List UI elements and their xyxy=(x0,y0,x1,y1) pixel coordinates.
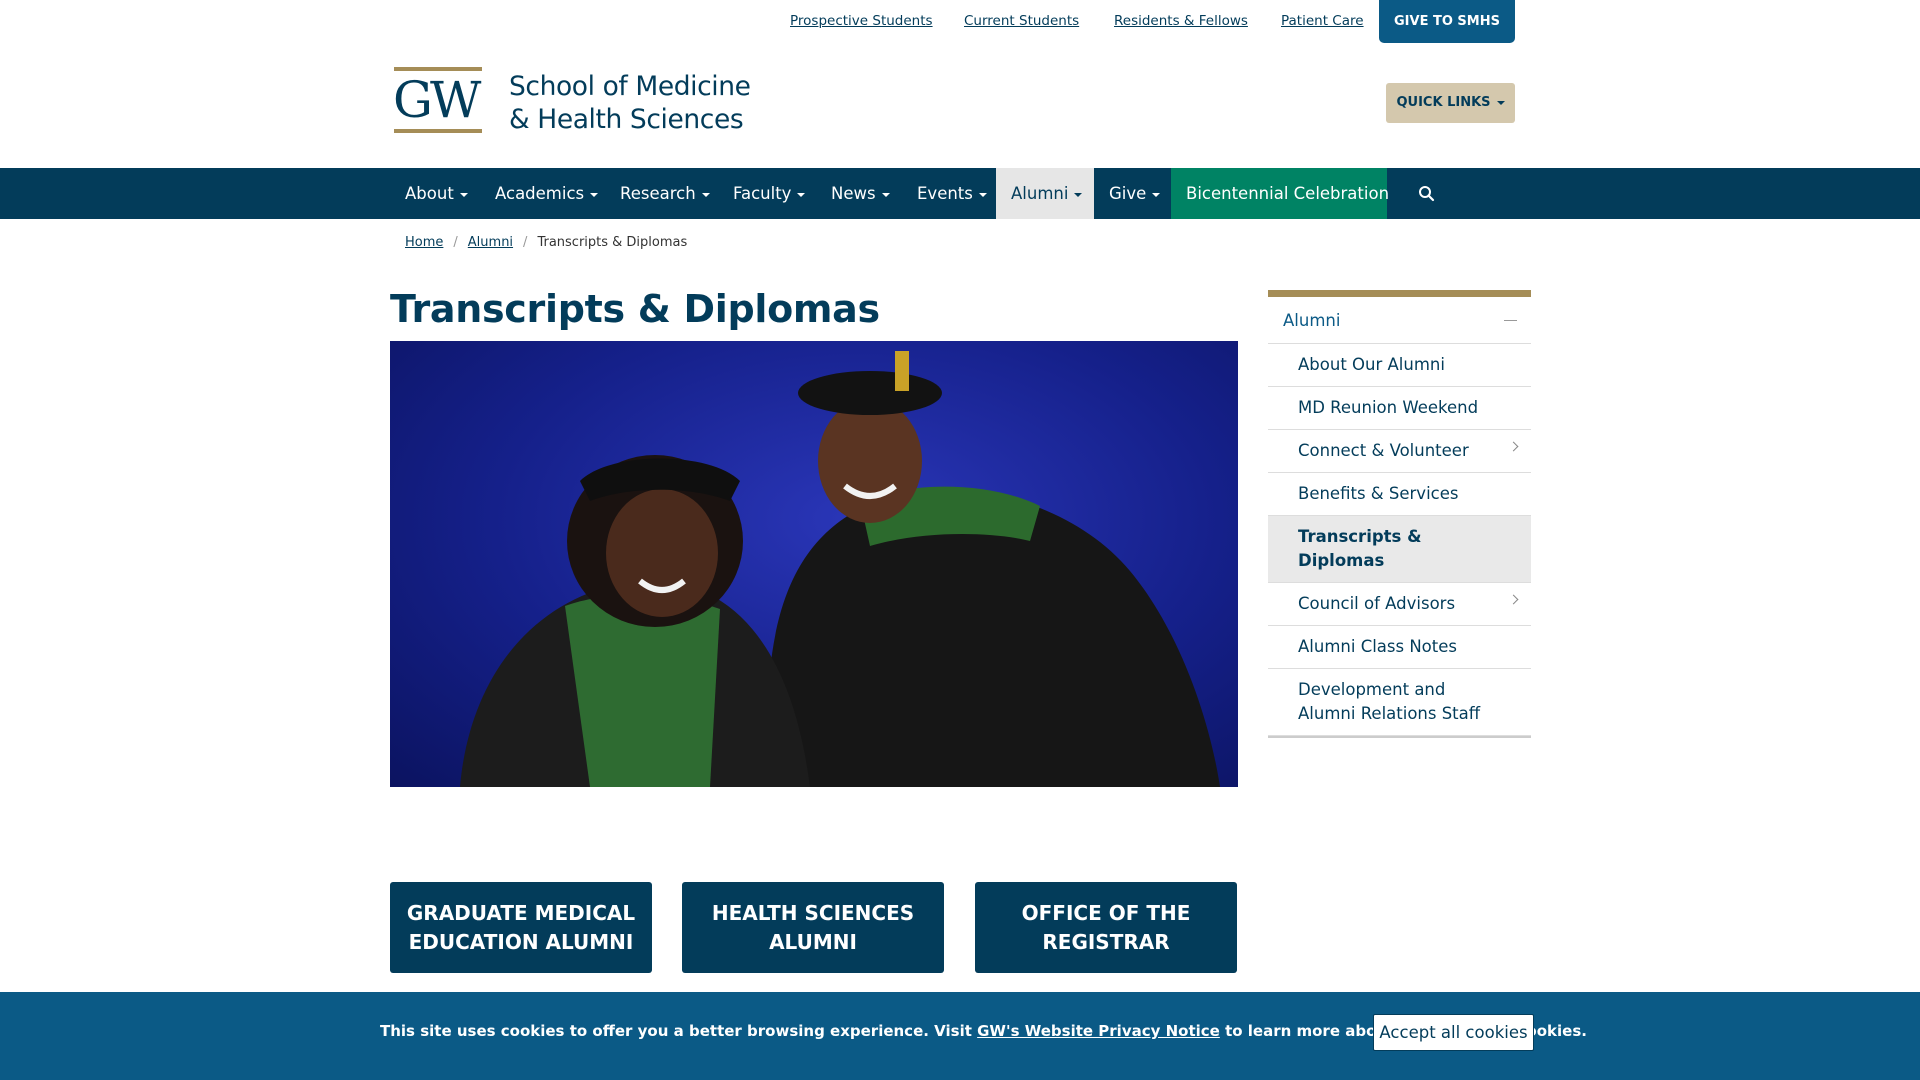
nav-academics[interactable]: Academics xyxy=(480,168,613,219)
nav-alumni-label: Alumni xyxy=(1011,184,1069,203)
utility-link-current-students[interactable]: Current Students xyxy=(964,13,1079,29)
gw-logo[interactable]: GW xyxy=(393,67,484,133)
caret-down-icon xyxy=(881,192,890,197)
health-sciences-alumni-button[interactable]: HEALTH SCIENCES ALUMNI xyxy=(682,882,944,973)
graduates-photo xyxy=(460,351,1220,787)
chevron-right-icon[interactable] xyxy=(1508,441,1519,452)
caret-down-icon xyxy=(701,192,710,197)
sidebar-item-label: Council of Advisors xyxy=(1298,594,1456,613)
cookie-text-before: This site uses cookies to offer you a be… xyxy=(380,1022,978,1040)
sidebar-item-alumni-class-notes[interactable]: Alumni Class Notes xyxy=(1268,626,1531,669)
caret-down-icon xyxy=(978,192,987,197)
sidebar-bottom-rule xyxy=(1268,736,1531,738)
sidebar-item-development-staff[interactable]: Development and Alumni Relations Staff xyxy=(1268,669,1531,736)
cookie-banner: This site uses cookies to offer you a be… xyxy=(0,992,1920,1080)
sidebar-item-md-reunion-weekend[interactable]: MD Reunion Weekend xyxy=(1268,387,1531,430)
nav-bicentennial[interactable]: Bicentennial Celebration xyxy=(1171,168,1389,219)
sidebar-item-council-of-advisors[interactable]: Council of Advisors xyxy=(1268,583,1531,626)
nav-faculty-label: Faculty xyxy=(733,184,792,203)
breadcrumb-separator: / xyxy=(523,235,528,250)
logo-bar-bottom xyxy=(394,129,482,133)
search-icon[interactable] xyxy=(1418,185,1435,202)
quick-links-label: QUICK LINKS xyxy=(1396,95,1491,110)
sidebar-top-bar xyxy=(1268,290,1531,297)
nav-news[interactable]: News xyxy=(816,168,905,219)
breadcrumb-separator: / xyxy=(453,235,458,250)
nav-faculty[interactable]: Faculty xyxy=(718,168,820,219)
breadcrumb-alumni[interactable]: Alumni xyxy=(468,235,513,250)
nav-alumni[interactable]: Alumni xyxy=(996,168,1094,219)
accept-all-cookies-button[interactable]: Accept all cookies xyxy=(1373,1014,1534,1051)
utility-link-residents-fellows[interactable]: Residents & Fellows xyxy=(1114,13,1248,29)
chevron-right-icon[interactable] xyxy=(1508,594,1519,605)
breadcrumb: Home / Alumni / Transcripts & Diplomas xyxy=(405,235,687,250)
hero-image xyxy=(390,341,1238,787)
sidebar-item-connect-volunteer[interactable]: Connect & Volunteer xyxy=(1268,430,1531,473)
sidebar-item-label: Connect & Volunteer xyxy=(1298,441,1469,460)
utility-link-patient-care[interactable]: Patient Care xyxy=(1281,13,1364,29)
nav-about[interactable]: About xyxy=(390,168,483,219)
nav-research-label: Research xyxy=(620,184,696,203)
nav-academics-label: Academics xyxy=(495,184,585,203)
nav-about-label: About xyxy=(405,184,454,203)
sidebar-heading-label: Alumni xyxy=(1283,311,1341,330)
school-name-line1: School of Medicine xyxy=(509,71,751,102)
caret-down-icon xyxy=(1074,192,1083,197)
office-of-the-registrar-button[interactable]: OFFICE OF THE REGISTRAR xyxy=(975,882,1237,973)
sidebar-heading-alumni[interactable]: Alumni xyxy=(1268,297,1531,344)
nav-events-label: Events xyxy=(917,184,973,203)
collapse-minus-icon[interactable] xyxy=(1504,320,1517,321)
caret-down-icon xyxy=(1152,192,1161,197)
caret-down-icon xyxy=(590,192,599,197)
graduate-medical-education-alumni-button[interactable]: GRADUATE MEDICAL EDUCATION ALUMNI xyxy=(390,882,652,973)
logo-letters: GW xyxy=(393,71,481,129)
nav-give-label: Give xyxy=(1109,184,1147,203)
school-name-line2: & Health Sciences xyxy=(509,104,744,135)
caret-down-icon xyxy=(1496,100,1505,105)
utility-link-prospective-students[interactable]: Prospective Students xyxy=(790,13,933,29)
school-name[interactable]: School of Medicine & Health Sciences xyxy=(509,70,751,136)
breadcrumb-home[interactable]: Home xyxy=(405,235,443,250)
sidebar-nav: Alumni About Our Alumni MD Reunion Weeke… xyxy=(1268,290,1531,738)
give-to-smhs-button[interactable]: GIVE TO SMHS xyxy=(1379,0,1515,43)
page-title: Transcripts & Diplomas xyxy=(390,287,880,331)
privacy-notice-link[interactable]: GW's Website Privacy Notice xyxy=(977,1022,1220,1040)
quick-links-button[interactable]: QUICK LINKS xyxy=(1386,83,1515,123)
nav-give[interactable]: Give xyxy=(1094,168,1175,219)
caret-down-icon xyxy=(797,192,806,197)
nav-news-label: News xyxy=(831,184,876,203)
main-nav: About Academics Research Faculty News Ev… xyxy=(0,168,1920,219)
sidebar-item-transcripts-diplomas[interactable]: Transcripts & Diplomas xyxy=(1268,516,1531,583)
nav-research[interactable]: Research xyxy=(605,168,725,219)
sidebar-item-benefits-services[interactable]: Benefits & Services xyxy=(1268,473,1531,516)
nav-events[interactable]: Events xyxy=(902,168,1002,219)
breadcrumb-current: Transcripts & Diplomas xyxy=(537,235,688,250)
caret-down-icon xyxy=(459,192,468,197)
utility-nav: Prospective Students Current Students Re… xyxy=(0,0,1920,43)
sidebar-item-about-our-alumni[interactable]: About Our Alumni xyxy=(1268,344,1531,387)
